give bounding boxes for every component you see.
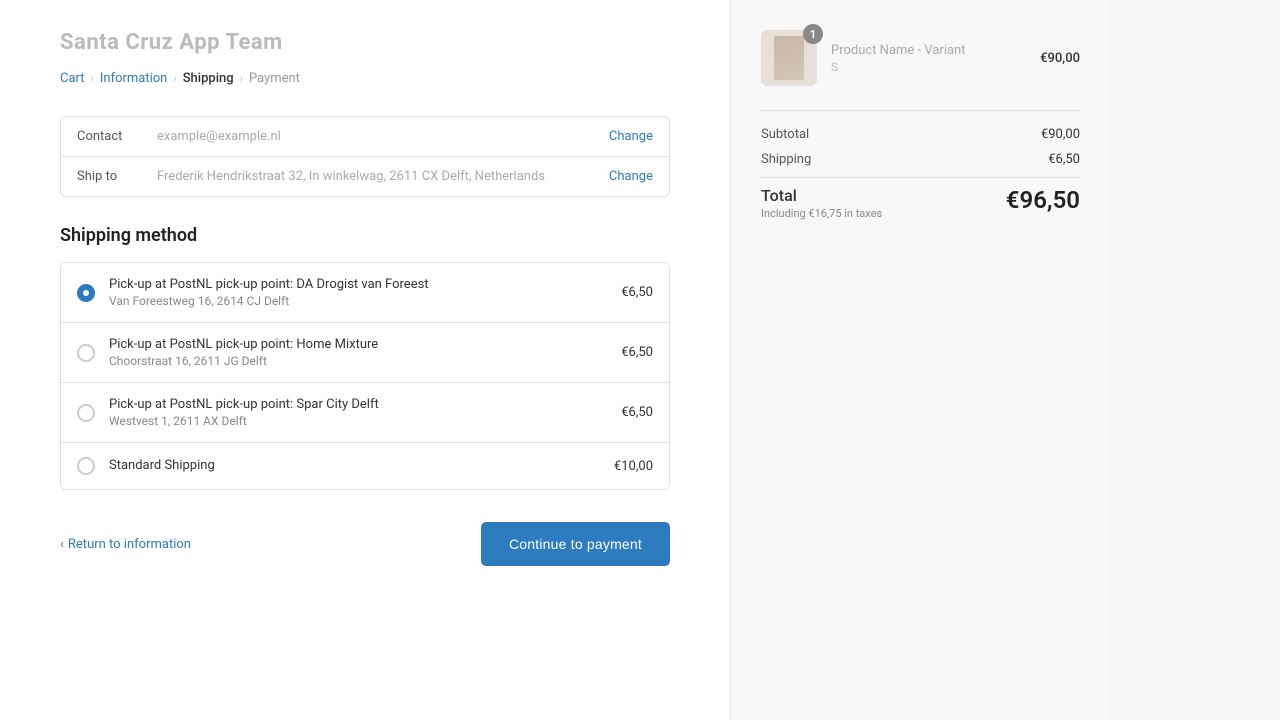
total-label: Total [761,186,882,205]
breadcrumb-sep-1: › [91,72,94,85]
shipping-option-1[interactable]: Pick-up at PostNL pick-up point: DA Drog… [61,263,669,323]
breadcrumb: Cart › Information › Shipping › Payment [60,71,670,86]
total-tax-note: Including €16,75 in taxes [761,207,882,220]
radio-option-3[interactable] [77,404,95,422]
shipping-cost-value: €6,50 [1048,152,1080,167]
radio-option-1[interactable] [77,284,95,302]
checkout-left-panel: Santa Cruz App Team Cart › Information ›… [0,0,730,720]
option-1-address: Van Foreestweg 16, 2614 CJ Delft [109,294,605,308]
return-link-label: Return to information [68,537,191,552]
option-4-details: Standard Shipping [109,458,598,475]
item-quantity-badge: 1 [803,24,823,44]
footer-actions: ‹ Return to information Continue to paym… [60,522,670,566]
subtotal-row: Subtotal €90,00 [761,127,1080,142]
option-1-details: Pick-up at PostNL pick-up point: DA Drog… [109,277,605,308]
ship-to-row: Ship to Frederik Hendrikstraat 32, In wi… [61,157,669,196]
radio-option-4[interactable] [77,457,95,475]
option-2-address: Choorstraat 16, 2611 JG Delft [109,354,605,368]
item-price: €90,00 [1040,51,1080,66]
option-3-price: €6,50 [621,405,653,420]
shipping-options-list: Pick-up at PostNL pick-up point: DA Drog… [60,262,670,490]
breadcrumb-shipping: Shipping [183,71,234,86]
order-summary-panel: 1 Product Name - Variant S €90,00 Subtot… [730,0,1110,720]
option-1-price: €6,50 [621,285,653,300]
ship-to-value: Frederik Hendrikstraat 32, In winkelwag,… [157,169,609,184]
subtotal-label: Subtotal [761,127,809,142]
breadcrumb-payment: Payment [249,71,300,86]
option-3-details: Pick-up at PostNL pick-up point: Spar Ci… [109,397,605,428]
contact-change-button[interactable]: Change [609,129,653,144]
contact-info-box: Contact example@example.nl Change Ship t… [60,116,670,197]
item-image-placeholder [774,36,804,80]
shipping-option-4[interactable]: Standard Shipping €10,00 [61,443,669,489]
return-to-information-link[interactable]: ‹ Return to information [60,537,191,552]
total-row: Total Including €16,75 in taxes €96,50 [761,177,1080,220]
option-3-address: Westvest 1, 2611 AX Delft [109,414,605,428]
summary-divider-1 [761,110,1080,111]
option-4-price: €10,00 [614,459,653,474]
shipping-cost-label: Shipping [761,152,811,167]
contact-value: example@example.nl [157,129,609,144]
option-3-name: Pick-up at PostNL pick-up point: Spar Ci… [109,397,605,412]
contact-row: Contact example@example.nl Change [61,117,669,157]
chevron-left-icon: ‹ [60,537,64,552]
subtotal-value: €90,00 [1041,127,1080,142]
breadcrumb-cart[interactable]: Cart [60,71,85,86]
option-1-name: Pick-up at PostNL pick-up point: DA Drog… [109,277,605,292]
ship-to-change-button[interactable]: Change [609,169,653,184]
contact-label: Contact [77,129,157,144]
total-amount: €96,50 [1006,186,1080,214]
radio-option-2[interactable] [77,344,95,362]
store-name: Santa Cruz App Team [60,30,670,55]
order-item: 1 Product Name - Variant S €90,00 [761,30,1080,86]
shipping-option-2[interactable]: Pick-up at PostNL pick-up point: Home Mi… [61,323,669,383]
option-2-name: Pick-up at PostNL pick-up point: Home Mi… [109,337,605,352]
breadcrumb-information[interactable]: Information [100,71,168,86]
item-info: Product Name - Variant S [831,43,1026,74]
total-left: Total Including €16,75 in taxes [761,186,882,220]
shipping-method-title: Shipping method [60,225,670,246]
continue-to-payment-button[interactable]: Continue to payment [481,522,670,566]
option-4-name: Standard Shipping [109,458,598,473]
breadcrumb-sep-3: › [240,72,243,85]
item-name: Product Name - Variant [831,43,1026,58]
shipping-option-3[interactable]: Pick-up at PostNL pick-up point: Spar Ci… [61,383,669,443]
option-2-details: Pick-up at PostNL pick-up point: Home Mi… [109,337,605,368]
shipping-cost-row: Shipping €6,50 [761,152,1080,167]
option-2-price: €6,50 [621,345,653,360]
item-variant: S [831,60,1026,74]
breadcrumb-sep-2: › [173,72,176,85]
ship-to-label: Ship to [77,169,157,184]
